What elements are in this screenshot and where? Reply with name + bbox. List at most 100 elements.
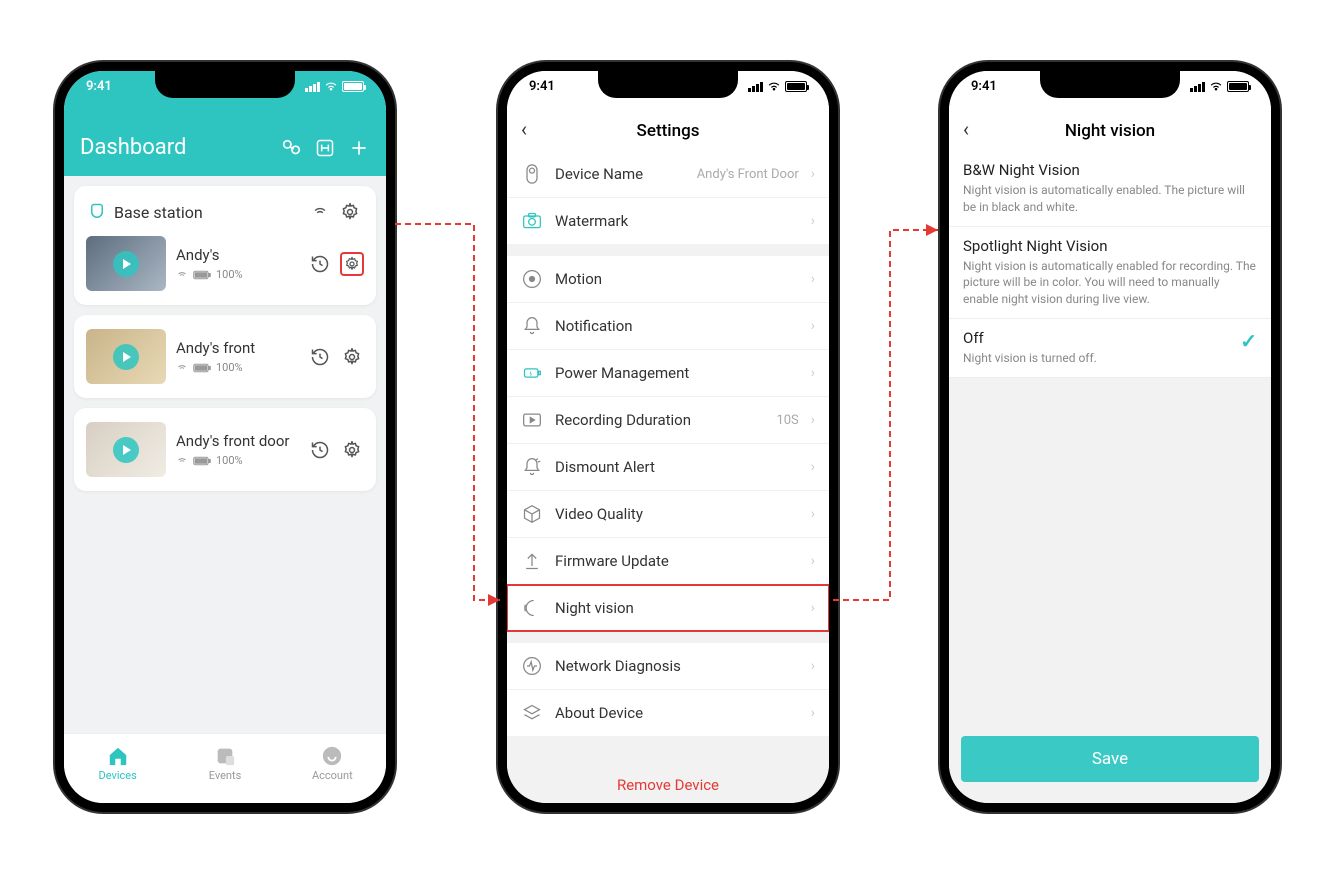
power-icon xyxy=(521,362,543,384)
phone-night-vision: 9:41 ‹ Night vision B&W Night Vision Nig… xyxy=(940,62,1280,812)
share-icon[interactable] xyxy=(280,137,302,159)
battery-level: 100% xyxy=(216,361,243,374)
device-thumbnail[interactable] xyxy=(86,329,166,384)
page-title: Night vision xyxy=(1065,121,1155,141)
option-desc: Night vision is automatically enabled fo… xyxy=(963,258,1257,308)
plus-icon[interactable] xyxy=(348,137,370,159)
phone-settings: 9:41 ‹ Settings Device Name Andy's Front… xyxy=(498,62,838,812)
chevron-right-icon: › xyxy=(811,365,815,381)
settings-row-power[interactable]: Power Management › xyxy=(507,350,829,397)
device-card: Andy's front 100% xyxy=(74,315,376,398)
settings-row-firmware[interactable]: Firmware Update › xyxy=(507,538,829,585)
chevron-right-icon: › xyxy=(811,658,815,674)
cube-icon xyxy=(521,503,543,525)
check-icon: ✓ xyxy=(1240,329,1257,353)
wifi-icon xyxy=(176,456,188,466)
chevron-right-icon: › xyxy=(811,600,815,616)
motion-icon xyxy=(521,268,543,290)
row-label: Video Quality xyxy=(555,505,799,523)
moon-icon xyxy=(521,597,543,619)
wifi-icon xyxy=(1209,81,1223,92)
row-label: Motion xyxy=(555,270,799,288)
gear-icon[interactable] xyxy=(340,345,364,369)
device-thumbnail[interactable] xyxy=(86,236,166,291)
settings-row-recording[interactable]: Recording Dduration 10S › xyxy=(507,397,829,444)
battery-icon xyxy=(785,81,807,92)
option-title: B&W Night Vision xyxy=(963,161,1257,179)
bell-icon xyxy=(521,315,543,337)
notch xyxy=(598,70,738,98)
device-icon xyxy=(521,163,543,185)
chevron-right-icon: › xyxy=(811,166,815,182)
page-title: Dashboard xyxy=(80,135,186,160)
row-label: Firmware Update xyxy=(555,552,799,570)
row-label: Recording Dduration xyxy=(555,411,764,429)
battery-icon xyxy=(193,456,211,466)
option-desc: Night vision is automatically enabled. T… xyxy=(963,182,1257,216)
remove-device-button[interactable]: Remove Device xyxy=(507,760,829,806)
settings-row-about[interactable]: About Device › xyxy=(507,690,829,736)
chevron-right-icon: › xyxy=(811,459,815,475)
back-button[interactable]: ‹ xyxy=(963,117,969,141)
header-icons xyxy=(280,137,370,159)
base-station-label: Base station xyxy=(114,203,203,222)
events-icon xyxy=(214,745,236,767)
status-time: 9:41 xyxy=(86,79,112,94)
device-row[interactable]: Andy's front 100% xyxy=(86,323,364,390)
row-label: Device Name xyxy=(555,165,685,183)
device-row[interactable]: Andy's front door 100% xyxy=(86,416,364,483)
wifi-icon xyxy=(767,81,781,92)
history-icon[interactable] xyxy=(308,252,332,276)
settings-body: Device Name Andy's Front Door › Watermar… xyxy=(507,151,829,806)
home-icon xyxy=(88,203,106,221)
tab-label: Events xyxy=(209,769,242,782)
play-icon xyxy=(113,251,139,277)
recording-icon xyxy=(521,409,543,431)
wifi-icon xyxy=(324,81,338,92)
history-icon[interactable] xyxy=(308,438,332,462)
option-spotlight[interactable]: Spotlight Night Vision Night vision is a… xyxy=(949,227,1271,319)
settings-row-video-quality[interactable]: Video Quality › xyxy=(507,491,829,538)
battery-level: 100% xyxy=(216,454,243,467)
settings-row-dismount[interactable]: Dismount Alert › xyxy=(507,444,829,491)
gear-icon[interactable] xyxy=(340,438,364,462)
base-station-card: Base station Andy's 100% xyxy=(74,186,376,305)
chevron-right-icon: › xyxy=(811,213,815,229)
grid-icon[interactable] xyxy=(314,137,336,159)
settings-row-watermark[interactable]: Watermark › xyxy=(507,198,829,244)
back-button[interactable]: ‹ xyxy=(521,117,527,141)
settings-row-night-vision[interactable]: Night vision › xyxy=(507,585,829,631)
tab-devices[interactable]: Devices xyxy=(64,734,171,793)
tab-account[interactable]: Account xyxy=(279,734,386,793)
save-button[interactable]: Save xyxy=(961,736,1259,782)
alert-icon xyxy=(521,456,543,478)
notch xyxy=(155,70,295,98)
settings-row-notification[interactable]: Notification › xyxy=(507,303,829,350)
wifi-icon xyxy=(176,270,188,280)
chevron-right-icon: › xyxy=(811,412,815,428)
history-icon[interactable] xyxy=(308,345,332,369)
tab-label: Account xyxy=(312,769,353,782)
tab-bar: Devices Events Account xyxy=(64,733,386,803)
settings-row-network[interactable]: Network Diagnosis › xyxy=(507,643,829,690)
row-value: 10S xyxy=(776,413,798,428)
page-title: Settings xyxy=(637,121,700,141)
option-bw[interactable]: B&W Night Vision Night vision is automat… xyxy=(949,151,1271,227)
device-thumbnail[interactable] xyxy=(86,422,166,477)
base-station-row[interactable]: Base station xyxy=(86,194,364,230)
tab-label: Devices xyxy=(99,769,137,782)
chevron-right-icon: › xyxy=(811,271,815,287)
row-label: Power Management xyxy=(555,364,799,382)
tab-events[interactable]: Events xyxy=(171,734,278,793)
option-off[interactable]: Off Night vision is turned off. ✓ xyxy=(949,319,1271,378)
option-title: Spotlight Night Vision xyxy=(963,237,1257,255)
gear-icon[interactable] xyxy=(340,252,364,276)
phone-dashboard: 9:41 Dashboard Base station xyxy=(55,62,395,812)
gear-icon[interactable] xyxy=(338,200,362,224)
device-name: Andy's xyxy=(176,246,298,264)
device-row[interactable]: Andy's 100% xyxy=(86,230,364,297)
settings-row-motion[interactable]: Motion › xyxy=(507,256,829,303)
status-time: 9:41 xyxy=(971,79,997,94)
settings-row-device-name[interactable]: Device Name Andy's Front Door › xyxy=(507,151,829,198)
battery-icon xyxy=(1227,81,1249,92)
